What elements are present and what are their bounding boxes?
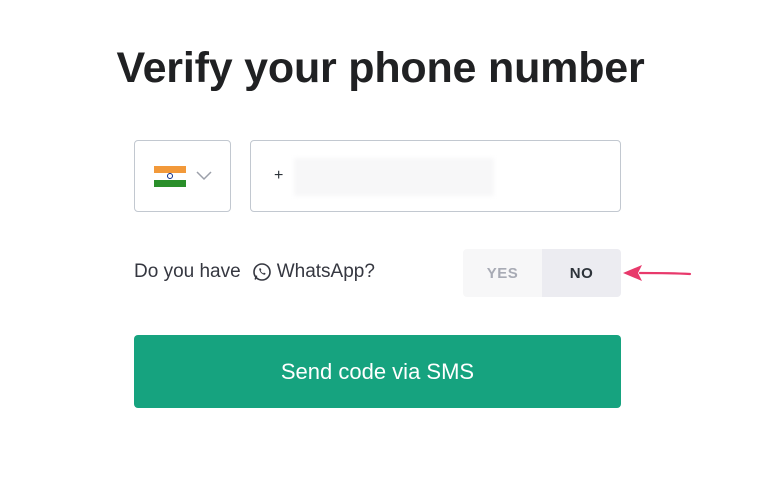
send-code-button[interactable]: Send code via SMS (134, 335, 621, 408)
redacted-phone-number (294, 158, 494, 196)
whatsapp-question-suffix: WhatsApp? (276, 261, 375, 282)
arrow-pointer-icon (623, 265, 692, 281)
chevron-down-icon (195, 168, 212, 184)
page-title: Verify your phone number (116, 44, 645, 92)
whatsapp-toggle: YES NO (463, 249, 621, 297)
whatsapp-icon (252, 262, 272, 282)
whatsapp-no-button[interactable]: NO (542, 249, 621, 297)
country-code-dropdown[interactable] (134, 140, 231, 212)
whatsapp-question-prefix: Do you have (134, 261, 241, 282)
whatsapp-yes-button[interactable]: YES (463, 249, 542, 297)
whatsapp-question: Do you have WhatsApp? (134, 258, 375, 286)
india-flag-icon (153, 165, 186, 187)
